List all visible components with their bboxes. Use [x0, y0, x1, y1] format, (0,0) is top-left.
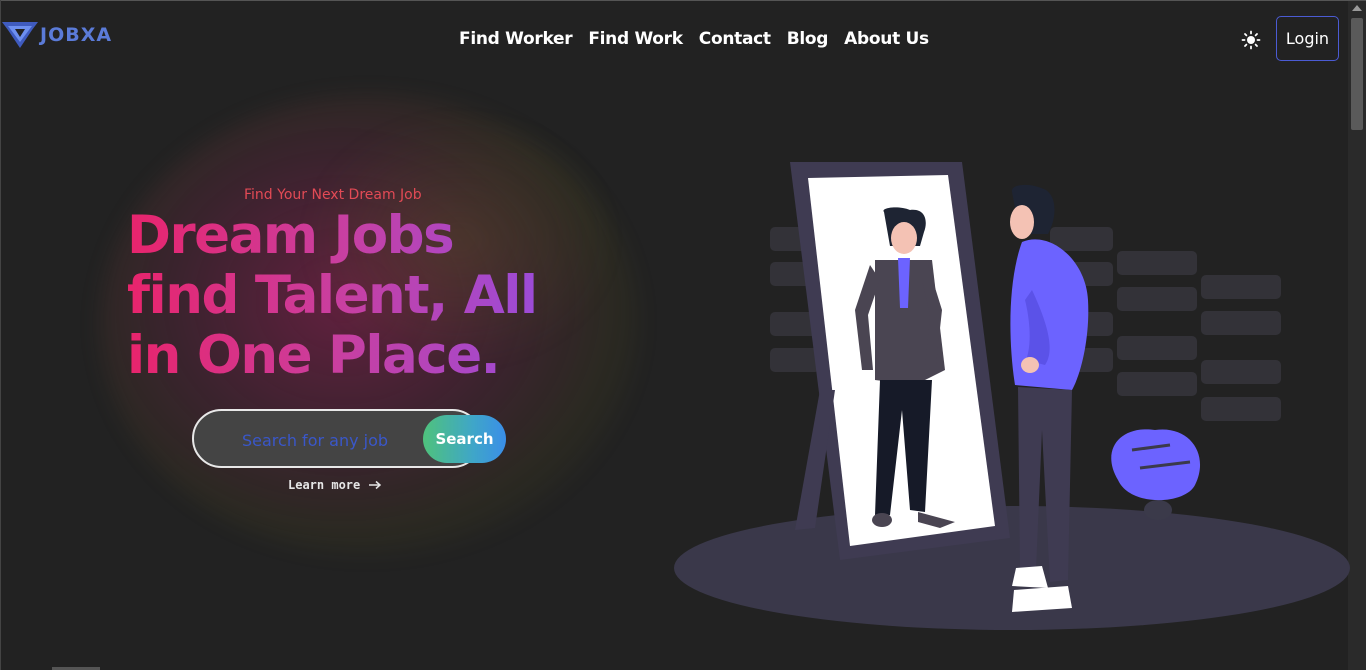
brand-logo[interactable]: JOBXA [2, 20, 112, 50]
window-left-border [0, 0, 1, 670]
search-input[interactable] [240, 427, 424, 453]
hero-illustration [674, 162, 1350, 630]
headline-line: in One Place. [127, 325, 500, 386]
headline-line: Dream Jobs [127, 205, 454, 266]
learn-more-link[interactable]: Learn more [288, 478, 382, 492]
mirror [790, 162, 1010, 560]
brand-name: JOBXA [40, 24, 113, 46]
scrollbar-thumb[interactable] [1351, 18, 1363, 130]
headline-line: find Talent, All [127, 265, 537, 326]
window-top-border [0, 0, 1366, 1]
arrow-right-icon [369, 480, 382, 490]
scroll-up-arrow-icon[interactable] [1352, 5, 1362, 11]
sun-icon [1241, 30, 1261, 50]
nav-find-worker[interactable]: Find Worker [459, 29, 573, 49]
learn-more-label: Learn more [288, 478, 361, 492]
logo-mark-icon [2, 22, 38, 48]
main-nav: Find Worker Find Work Contact Blog About… [459, 29, 929, 49]
nav-find-work[interactable]: Find Work [588, 29, 683, 49]
theme-toggle[interactable] [1241, 30, 1261, 50]
nav-contact[interactable]: Contact [699, 29, 771, 49]
login-button[interactable]: Login [1276, 16, 1339, 61]
floor-shadow [674, 506, 1350, 630]
nav-blog[interactable]: Blog [787, 29, 829, 49]
hero-eyebrow: Find Your Next Dream Job [244, 187, 422, 203]
nav-about-us[interactable]: About Us [844, 29, 929, 49]
plant [1111, 429, 1201, 520]
search-button[interactable]: Search [423, 415, 506, 463]
hero-headline: Dream Jobs find Talent, All in One Place… [127, 206, 597, 386]
